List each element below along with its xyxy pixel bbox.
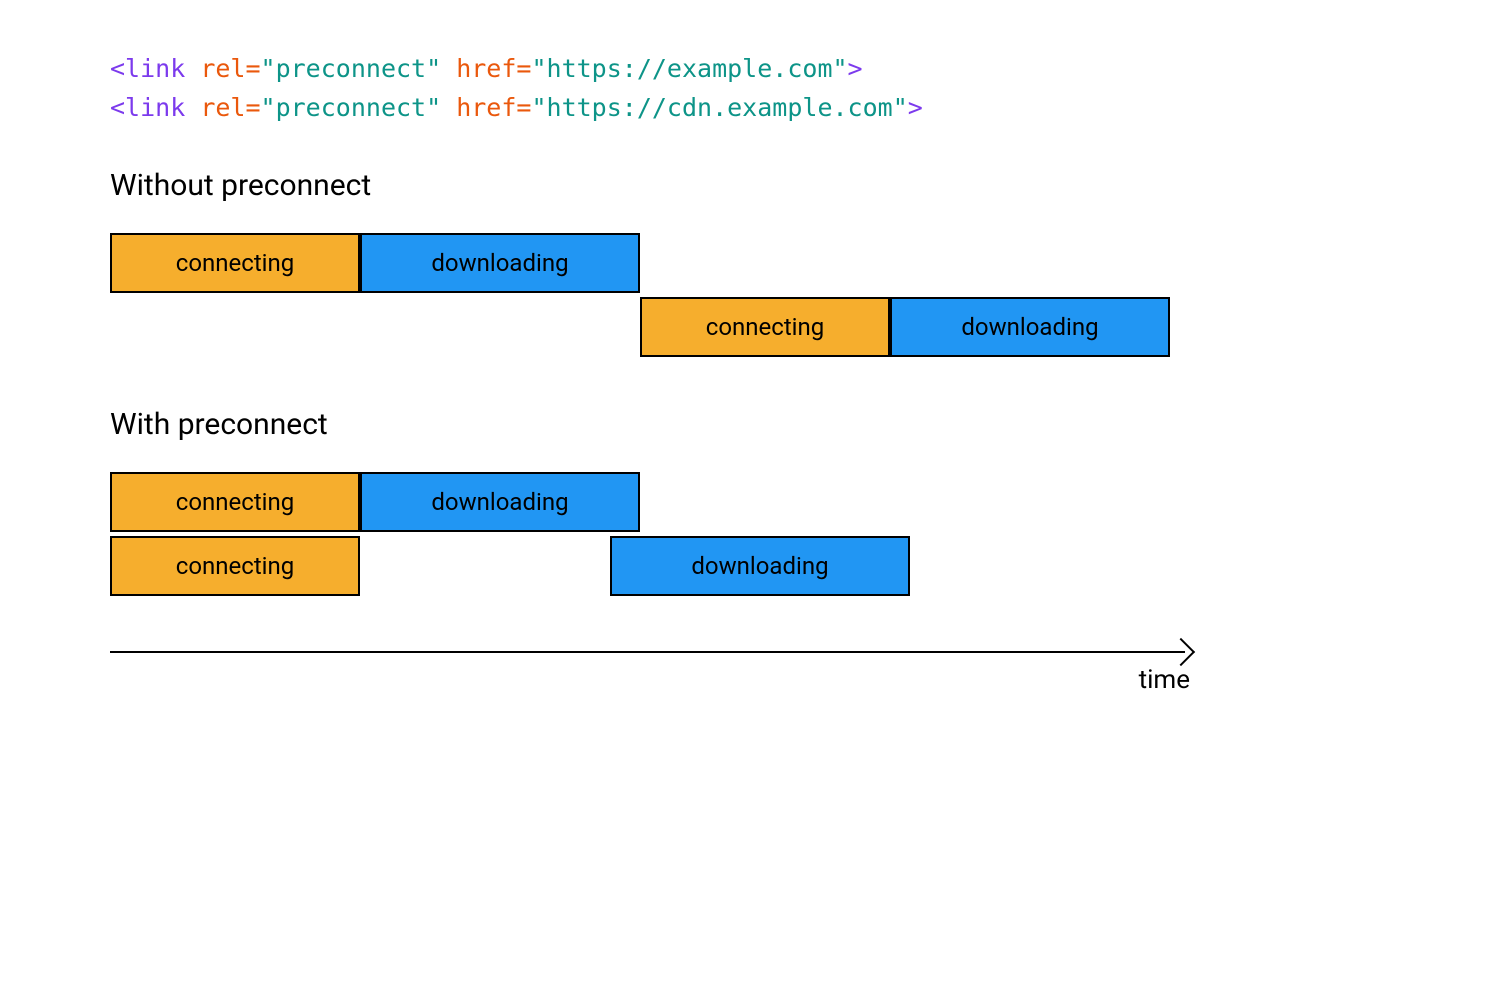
tag-open: <link bbox=[110, 54, 185, 83]
attr-name-href: href= bbox=[441, 93, 531, 122]
downloading-bar: downloading bbox=[610, 536, 910, 596]
attr-val-rel: "preconnect" bbox=[261, 93, 442, 122]
downloading-bar: downloading bbox=[360, 472, 640, 532]
timeline-without: connectingdownloadingconnectingdownloadi… bbox=[110, 233, 1170, 357]
attr-name-rel: rel= bbox=[185, 54, 260, 83]
downloading-bar: downloading bbox=[360, 233, 640, 293]
time-axis: time bbox=[110, 651, 1190, 653]
tag-open: <link bbox=[110, 93, 185, 122]
connecting-bar: connecting bbox=[640, 297, 890, 357]
heading-with-preconnect: With preconnect bbox=[110, 407, 1378, 442]
code-line-1: <link rel="preconnect" href="https://exa… bbox=[110, 50, 1378, 89]
connecting-bar: connecting bbox=[110, 233, 360, 293]
axis-line bbox=[110, 651, 1185, 653]
code-snippet: <link rel="preconnect" href="https://exa… bbox=[110, 50, 1378, 128]
axis-label: time bbox=[1139, 665, 1190, 695]
tag-close: > bbox=[908, 93, 923, 122]
code-line-2: <link rel="preconnect" href="https://cdn… bbox=[110, 89, 1378, 128]
arrow-right-icon bbox=[1167, 642, 1187, 662]
timeline-row: connecting downloading bbox=[110, 536, 1170, 596]
heading-without-preconnect: Without preconnect bbox=[110, 168, 1378, 203]
timeline-row: connectingdownloading bbox=[110, 233, 1170, 293]
timeline-row: connectingdownloading bbox=[110, 297, 1170, 357]
timeline-row: connectingdownloading bbox=[110, 472, 1170, 532]
attr-val-href: "https://example.com" bbox=[531, 54, 847, 83]
attr-val-rel: "preconnect" bbox=[261, 54, 442, 83]
downloading-bar: downloading bbox=[890, 297, 1170, 357]
attr-val-href: "https://cdn.example.com" bbox=[531, 93, 907, 122]
connecting-bar: connecting bbox=[110, 536, 360, 596]
connecting-bar: connecting bbox=[110, 472, 360, 532]
attr-name-rel: rel= bbox=[185, 93, 260, 122]
timeline-with: connectingdownloadingconnectingdownloadi… bbox=[110, 472, 1170, 596]
attr-name-href: href= bbox=[441, 54, 531, 83]
tag-close: > bbox=[848, 54, 863, 83]
